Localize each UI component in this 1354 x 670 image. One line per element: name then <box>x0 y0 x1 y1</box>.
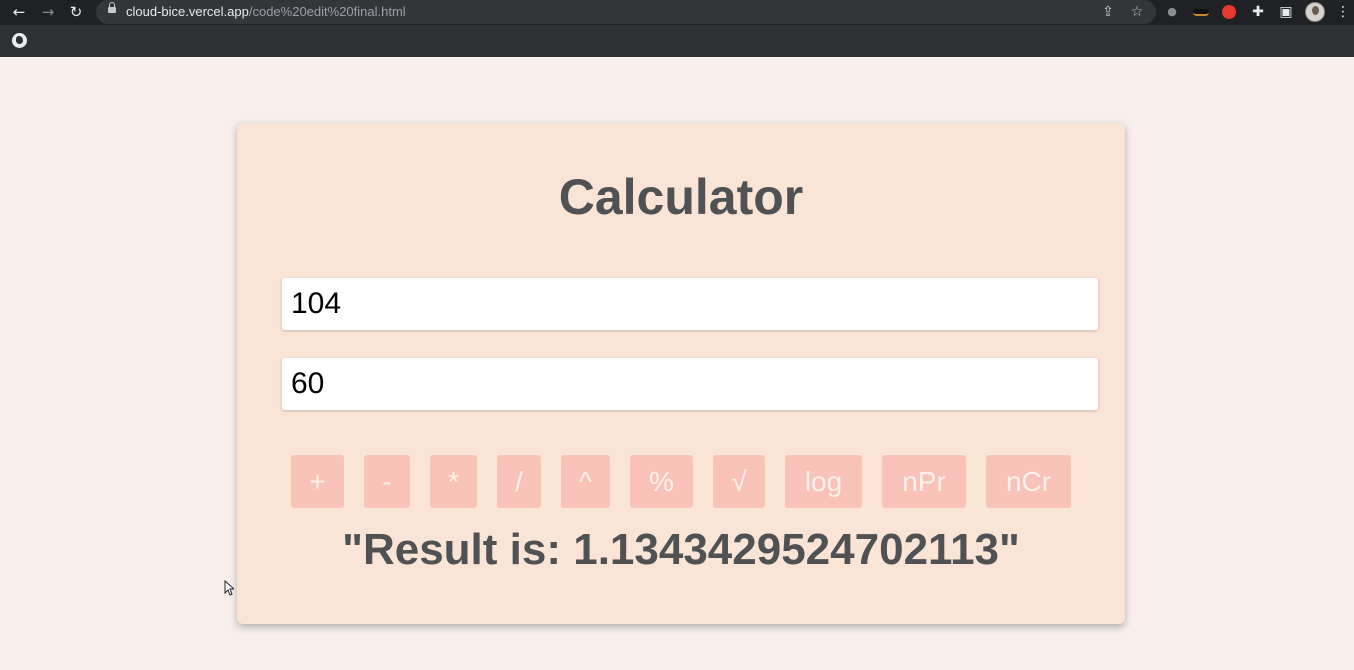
log-button[interactable]: log <box>785 455 862 508</box>
star-icon[interactable]: ☆ <box>1127 2 1147 22</box>
second-number-input[interactable] <box>282 358 1098 410</box>
url-path: /code%20edit%20final.html <box>248 4 406 19</box>
puzzle-icon[interactable]: ✚ <box>1248 2 1268 22</box>
ncr-button[interactable]: nCr <box>986 455 1071 508</box>
subtract-button[interactable]: - <box>364 455 410 508</box>
url-text[interactable]: cloud-bice.vercel.app/code%20edit%20fina… <box>126 4 406 20</box>
forward-arrow-icon[interactable]: → <box>38 2 58 22</box>
square-root-button[interactable]: √ <box>713 455 765 508</box>
lock-icon[interactable] <box>108 2 116 13</box>
extension-icon[interactable]: ● <box>1162 2 1182 22</box>
browser-toolbar: ← → ↻ cloud-bice.vercel.app/code%20edit%… <box>0 0 1354 25</box>
modulo-button[interactable]: % <box>630 455 693 508</box>
extension-red-icon[interactable] <box>1222 5 1236 19</box>
power-button[interactable]: ^ <box>561 455 610 508</box>
result-text: "Result is: 1.1343429524702113" <box>342 525 1020 574</box>
divide-button[interactable]: / <box>497 455 541 508</box>
share-icon[interactable]: ⇪ <box>1098 2 1118 22</box>
side-panel-icon[interactable]: ▣ <box>1276 2 1296 22</box>
page-title: Calculator <box>558 169 804 225</box>
calculator-card: Calculator + - * / ^ % √ log nPr nCr "Re… <box>237 123 1125 624</box>
address-bar[interactable]: cloud-bice.vercel.app/code%20edit%20fina… <box>96 0 1156 24</box>
bookmarks-bar <box>0 25 1354 57</box>
kebab-menu-icon[interactable]: ⋮ <box>1333 2 1353 22</box>
url-host: cloud-bice.vercel.app <box>126 4 249 19</box>
add-button[interactable]: + <box>291 455 344 508</box>
multiply-button[interactable]: * <box>430 455 477 508</box>
mouse-cursor-icon <box>224 580 234 596</box>
extension-dark-icon[interactable] <box>1193 9 1209 16</box>
first-number-input[interactable] <box>282 278 1098 330</box>
globe-icon[interactable] <box>12 33 27 48</box>
profile-avatar[interactable] <box>1305 2 1325 22</box>
back-arrow-icon[interactable]: ← <box>9 2 29 22</box>
reload-icon[interactable]: ↻ <box>66 2 86 22</box>
npr-button[interactable]: nPr <box>882 455 966 508</box>
